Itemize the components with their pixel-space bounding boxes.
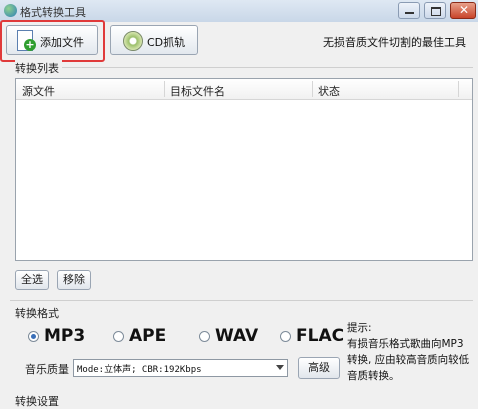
radio-icon bbox=[113, 331, 124, 342]
format-label: APE bbox=[129, 326, 167, 346]
music-quality-label: 音乐质量 bbox=[25, 363, 69, 376]
cd-rip-label: CD抓轨 bbox=[147, 36, 186, 49]
tip-text: 提示: 有损音乐格式歌曲向MP3 转换, 应由较高音质向较低 音质转换。 bbox=[347, 320, 475, 384]
tip-line: 音质转换。 bbox=[347, 370, 400, 382]
close-button[interactable]: ✕ bbox=[450, 2, 476, 19]
minimize-icon bbox=[405, 12, 414, 14]
select-all-button[interactable]: 全选 bbox=[15, 270, 49, 290]
radio-selected-icon bbox=[28, 331, 39, 342]
conversion-list-label: 转换列表 bbox=[15, 60, 62, 76]
conversion-format-label: 转换格式 bbox=[15, 305, 62, 321]
conversion-table[interactable]: 源文件 目标文件名 状态 bbox=[15, 78, 473, 261]
table-header: 源文件 目标文件名 状态 bbox=[16, 79, 472, 100]
highlight-box bbox=[0, 20, 105, 62]
divider bbox=[10, 300, 473, 301]
radio-icon bbox=[280, 331, 291, 342]
format-label: WAV bbox=[215, 326, 259, 346]
maximize-icon bbox=[431, 7, 441, 16]
tip-line: 转换, 应由较高音质向较低 bbox=[347, 354, 470, 366]
column-divider bbox=[164, 81, 165, 97]
title-bar: 格式转换工具 ✕ bbox=[0, 0, 478, 22]
app-window: 格式转换工具 ✕ + 添加文件 CD抓轨 无损音质文件切割的最佳工具 转换列表 … bbox=[0, 0, 478, 409]
maximize-button[interactable] bbox=[424, 2, 446, 19]
divider bbox=[60, 67, 473, 68]
tip-line: 有损音乐格式歌曲向MP3 bbox=[347, 338, 464, 350]
window-title: 格式转换工具 bbox=[20, 6, 86, 19]
column-target-name[interactable]: 目标文件名 bbox=[170, 83, 225, 99]
radio-icon bbox=[199, 331, 210, 342]
conversion-settings-label: 转换设置 bbox=[15, 393, 62, 409]
column-divider bbox=[312, 81, 313, 97]
app-icon bbox=[4, 4, 17, 17]
remove-button[interactable]: 移除 bbox=[57, 270, 91, 290]
format-label: MP3 bbox=[44, 326, 86, 346]
close-icon: ✕ bbox=[459, 3, 470, 17]
advanced-button[interactable]: 高级 bbox=[298, 357, 340, 379]
cd-icon bbox=[123, 31, 143, 51]
column-status[interactable]: 状态 bbox=[318, 83, 340, 99]
quality-value: Mode:立体声; CBR:192Kbps bbox=[77, 365, 202, 375]
slogan-text: 无损音质文件切割的最佳工具 bbox=[323, 36, 466, 49]
quality-select[interactable]: Mode:立体声; CBR:192Kbps bbox=[73, 359, 288, 377]
tip-line: 提示: bbox=[347, 322, 372, 334]
column-source-file[interactable]: 源文件 bbox=[22, 83, 55, 99]
cd-rip-button[interactable]: CD抓轨 bbox=[110, 25, 198, 55]
format-label: FLAC bbox=[296, 326, 345, 346]
minimize-button[interactable] bbox=[398, 2, 420, 19]
column-divider bbox=[458, 81, 459, 97]
chevron-down-icon bbox=[276, 365, 284, 370]
